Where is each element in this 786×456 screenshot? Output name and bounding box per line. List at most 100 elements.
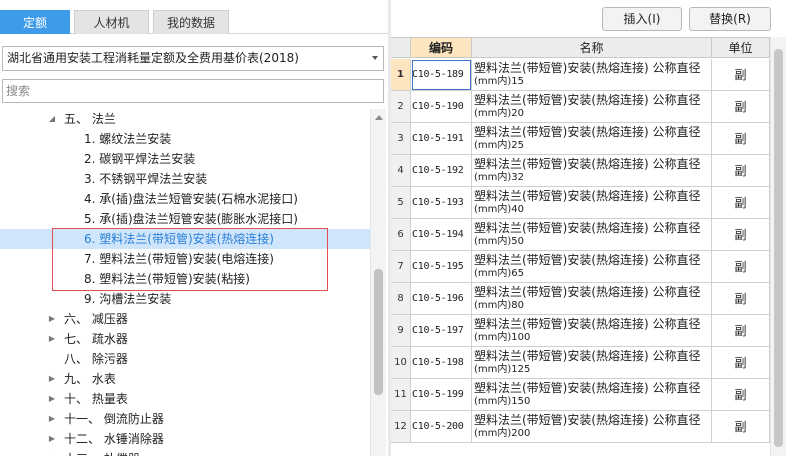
caret-collapsed-icon[interactable]: ▶ [48,329,56,349]
scroll-up-icon[interactable] [375,115,383,120]
name-cell[interactable]: 塑料法兰(带短管)安装(热熔连接) 公称直径 (mm内)65 [472,251,712,283]
insert-button[interactable]: 插入(I) [602,7,682,31]
table-row[interactable]: 12 C10-5-200 塑料法兰(带短管)安装(热熔连接) 公称直径 (mm内)20… [391,411,770,443]
table-row[interactable]: 11 C10-5-199 塑料法兰(带短管)安装(热熔连接) 公称直径 (mm内)15… [391,379,770,411]
unit-cell[interactable]: 副 [712,123,770,155]
tree-node[interactable]: ▶ 七、 疏水器 [0,329,370,349]
caret-collapsed-icon[interactable]: ▶ [48,369,56,389]
grid-scrollbar-thumb[interactable] [774,49,783,447]
unit-column-header[interactable]: 单位 [712,38,770,58]
name-cell[interactable]: 塑料法兰(带短管)安装(热熔连接) 公称直径 (mm内)150 [472,379,712,411]
quota-library-select[interactable]: 湖北省通用安装工程消耗量定额及全费用基价表(2018) [2,46,384,71]
table-row[interactable]: 4 C10-5-192 塑料法兰(带短管)安装(热熔连接) 公称直径 (mm内)32 副 [391,155,770,187]
unit-cell[interactable]: 副 [712,411,770,443]
table-row[interactable]: 5 C10-5-193 塑料法兰(带短管)安装(热熔连接) 公称直径 (mm内)40 副 [391,187,770,219]
name-cell[interactable]: 塑料法兰(带短管)安装(热熔连接) 公称直径 (mm内)200 [472,411,712,443]
table-row[interactable]: 8 C10-5-196 塑料法兰(带短管)安装(热熔连接) 公称直径 (mm内)80 副 [391,283,770,315]
name-column-header[interactable]: 名称 [472,38,712,58]
table-row[interactable]: 3 C10-5-191 塑料法兰(带短管)安装(热熔连接) 公称直径 (mm内)25 副 [391,123,770,155]
name-cell[interactable]: 塑料法兰(带短管)安装(热熔连接) 公称直径 (mm内)100 [472,315,712,347]
code-cell[interactable]: C10-5-195 [411,251,472,283]
caret-collapsed-icon[interactable]: ▶ [48,389,56,409]
tree-node[interactable]: ▶ 十一、 倒流防止器 [0,409,370,429]
unit-cell[interactable]: 副 [712,187,770,219]
tree-node[interactable]: 8. 塑料法兰(带短管)安装(粘接) [0,269,370,289]
unit-cell[interactable]: 副 [712,379,770,411]
code-cell[interactable]: C10-5-200 [411,411,472,443]
name-cell[interactable]: 塑料法兰(带短管)安装(热熔连接) 公称直径 (mm内)25 [472,123,712,155]
unit-cell[interactable]: 副 [712,347,770,379]
table-row[interactable]: 6 C10-5-194 塑料法兰(带短管)安装(热熔连接) 公称直径 (mm内)50 副 [391,219,770,251]
name-cell[interactable]: 塑料法兰(带短管)安装(热熔连接) 公称直径 (mm内)20 [472,91,712,123]
tree-node[interactable]: ▶ 十二、 水锤消除器 [0,429,370,449]
row-number: 11 [391,379,411,411]
tree-node[interactable]: ▶ 九、 水表 [0,369,370,389]
tree-node[interactable]: ▶ 六、 减压器 [0,309,370,329]
tree-node-label: 九、 水表 [64,372,116,386]
grid-scrollbar[interactable] [770,37,786,456]
name-cell[interactable]: 塑料法兰(带短管)安装(热熔连接) 公称直径 (mm内)32 [472,155,712,187]
tree-node[interactable]: 3. 不锈钢平焊法兰安装 [0,169,370,189]
caret-expanded-icon[interactable]: ◢ [48,109,56,129]
tree-node[interactable]: 1. 螺纹法兰安装 [0,129,370,149]
name-cell[interactable]: 塑料法兰(带短管)安装(热熔连接) 公称直径 (mm内)50 [472,219,712,251]
tree-node[interactable]: 5. 承(插)盘法兰短管安装(膨胀水泥接口) [0,209,370,229]
code-cell[interactable]: C10-5-196 [411,283,472,315]
code-column-header[interactable]: 编码 [411,38,472,58]
name-line-1: 塑料法兰(带短管)安装(热熔连接) 公称直径 [474,253,701,267]
tree-node[interactable]: 6. 塑料法兰(带短管)安装(热熔连接) [0,229,370,249]
tree-node[interactable]: 7. 塑料法兰(带短管)安装(电熔连接) [0,249,370,269]
code-cell[interactable]: C10-5-193 [411,187,472,219]
tree-node[interactable]: 4. 承(插)盘法兰短管安装(石棉水泥接口) [0,189,370,209]
table-row[interactable]: 2 C10-5-190 塑料法兰(带短管)安装(热熔连接) 公称直径 (mm内)20 副 [391,91,770,123]
tree-scrollbar-thumb[interactable] [374,269,383,395]
name-cell[interactable]: 塑料法兰(带短管)安装(热熔连接) 公称直径 (mm内)125 [472,347,712,379]
table-row[interactable]: 7 C10-5-195 塑料法兰(带短管)安装(热熔连接) 公称直径 (mm内)65 副 [391,251,770,283]
code-cell[interactable]: C10-5-191 [411,123,472,155]
name-cell[interactable]: 塑料法兰(带短管)安装(热熔连接) 公称直径 (mm内)40 [472,187,712,219]
unit-cell[interactable]: 副 [712,315,770,347]
unit-cell[interactable]: 副 [712,59,770,91]
tree-node[interactable]: 八、 除污器 [0,349,370,369]
unit-cell[interactable]: 副 [712,251,770,283]
name-cell[interactable]: 塑料法兰(带短管)安装(热熔连接) 公称直径 (mm内)80 [472,283,712,315]
unit-cell[interactable]: 副 [712,91,770,123]
tab-quota[interactable]: 定额 [0,10,70,34]
tab-labor-material-machine[interactable]: 人材机 [74,10,149,34]
code-cell[interactable]: C10-5-192 [411,155,472,187]
tree-node[interactable]: ▶ 十三、 补偿器 [0,449,370,456]
table-row[interactable]: 1 C10-5-189 塑料法兰(带短管)安装(热熔连接) 公称直径 (mm内)15 副 [391,59,770,91]
row-number: 4 [391,155,411,187]
unit-cell[interactable]: 副 [712,155,770,187]
code-cell[interactable]: C10-5-199 [411,379,472,411]
caret-collapsed-icon[interactable]: ▶ [48,309,56,329]
tree-node[interactable]: 2. 碳钢平焊法兰安装 [0,149,370,169]
tree-node-label: 八、 除污器 [64,352,128,366]
code-cell[interactable]: C10-5-194 [411,219,472,251]
tree-node[interactable]: 9. 沟槽法兰安装 [0,289,370,309]
unit-cell[interactable]: 副 [712,219,770,251]
search-input[interactable] [2,79,384,103]
caret-collapsed-icon[interactable]: ▶ [48,449,56,456]
code-cell[interactable]: C10-5-198 [411,347,472,379]
code-cell[interactable]: C10-5-189 [411,59,472,91]
replace-button[interactable]: 替换(R) [689,7,771,31]
tree-node-label: 十一、 倒流防止器 [64,412,164,426]
code-cell[interactable]: C10-5-197 [411,315,472,347]
row-number: 1 [391,59,411,91]
caret-collapsed-icon[interactable]: ▶ [48,429,56,449]
name-line-1: 塑料法兰(带短管)安装(热熔连接) 公称直径 [474,285,701,299]
tree-node[interactable]: ◢ 五、 法兰 [0,109,370,129]
caret-collapsed-icon[interactable]: ▶ [48,409,56,429]
tree-scrollbar[interactable] [370,109,386,456]
tree-node[interactable]: ▶ 十、 热量表 [0,389,370,409]
name-line-2: (mm内)25 [474,140,525,151]
tab-my-data[interactable]: 我的数据 [153,10,229,34]
tree-node-label: 2. 碳钢平焊法兰安装 [84,152,196,166]
code-cell[interactable]: C10-5-190 [411,91,472,123]
name-cell[interactable]: 塑料法兰(带短管)安装(热熔连接) 公称直径 (mm内)15 [472,59,712,91]
unit-cell[interactable]: 副 [712,283,770,315]
table-row[interactable]: 9 C10-5-197 塑料法兰(带短管)安装(热熔连接) 公称直径 (mm内)100… [391,315,770,347]
row-number: 6 [391,219,411,251]
table-row[interactable]: 10 C10-5-198 塑料法兰(带短管)安装(热熔连接) 公称直径 (mm内)12… [391,347,770,379]
